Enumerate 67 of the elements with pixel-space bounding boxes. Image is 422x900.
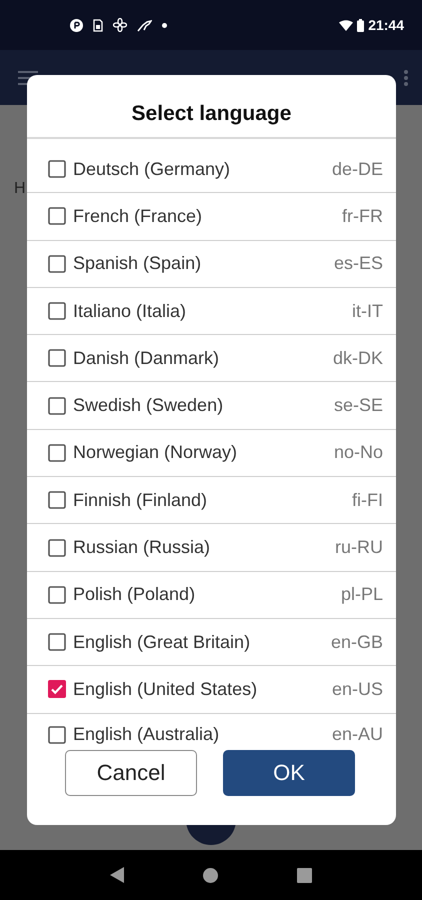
language-name: Italiano (Italia) [73,300,186,323]
language-row[interactable]: Finnish (Finland) fi-FI [27,477,396,524]
language-row[interactable]: English (Australia) en-AU [27,714,396,748]
sim-icon [93,18,103,32]
language-name: Russian (Russia) [73,536,210,560]
language-name: Finnish (Finland) [73,488,208,512]
checkbox[interactable] [48,538,66,557]
language-code: en-US [332,678,383,701]
language-name: Danish (Danmark) [73,346,220,370]
language-name: English (Great Britain) [73,630,250,654]
language-name: Polish (Poland) [73,583,196,606]
language-code: it-IT [352,300,383,323]
language-row[interactable]: Danish (Danmark) dk-DK [27,335,396,382]
cancel-button[interactable]: Cancel [65,750,197,796]
status-time: 21:44 [368,16,404,34]
language-code: fi-FI [352,488,383,512]
language-code: dk-DK [332,346,383,370]
back-icon[interactable] [110,867,124,883]
background-text: H [14,179,26,199]
language-row[interactable]: French (France) fr-FR [27,193,396,241]
ok-button[interactable]: OK [223,750,355,796]
language-row[interactable]: Norwegian (Norway) no-No [27,430,396,478]
recents-icon[interactable] [297,868,312,882]
language-name: English (United States) [73,678,258,701]
checkbox[interactable] [48,349,66,368]
dot-icon [162,22,167,28]
language-code: de-DE [332,158,383,181]
checkbox[interactable] [48,444,66,462]
language-code: se-SE [334,394,383,418]
language-name: Swedish (Sweden) [73,394,224,418]
checkbox[interactable] [48,302,66,320]
language-row[interactable]: Polish (Poland) pl-PL [27,572,396,619]
language-code: no-No [334,441,383,464]
language-row[interactable]: Deutsch (Germany) de-DE [27,146,396,194]
fan-icon [113,18,127,32]
language-row[interactable]: Russian (Russia) ru-RU [27,524,396,572]
language-code: fr-FR [342,204,383,228]
language-name: English (Australia) [73,723,220,746]
checkbox[interactable] [48,586,66,604]
checkbox[interactable] [48,726,66,744]
checkbox[interactable] [48,680,66,698]
language-code: en-GB [330,630,383,654]
more-icon[interactable] [404,70,408,86]
language-code: en-AU [332,723,383,746]
language-row[interactable]: English (Great Britain) en-GB [27,618,396,666]
language-name: Spanish (Spain) [73,252,202,276]
home-icon[interactable] [202,868,218,882]
language-code: es-ES [334,252,383,276]
language-name: French (France) [73,204,202,228]
language-row[interactable]: Italiano (Italia) it-IT [27,288,396,336]
checkbox[interactable] [48,491,66,510]
circle-icon [70,18,83,32]
language-name: Deutsch (Germany) [73,158,230,181]
language-row[interactable]: Spanish (Spain) es-ES [27,240,396,288]
language-row[interactable]: Swedish (Sweden) se-SE [27,382,396,430]
checkbox[interactable] [48,207,66,226]
language-name: Norwegian (Norway) [73,441,238,464]
checkbox[interactable] [48,254,66,273]
dialog-title: Select language [132,100,292,126]
battery-icon [357,18,364,32]
checkbox[interactable] [48,633,66,652]
language-code: pl-PL [340,583,383,606]
language-row[interactable]: English (United States) en-US [27,666,396,714]
wifi-icon [339,20,354,30]
checkbox[interactable] [48,396,66,415]
checkbox[interactable] [48,160,66,178]
language-code: ru-RU [335,536,383,560]
